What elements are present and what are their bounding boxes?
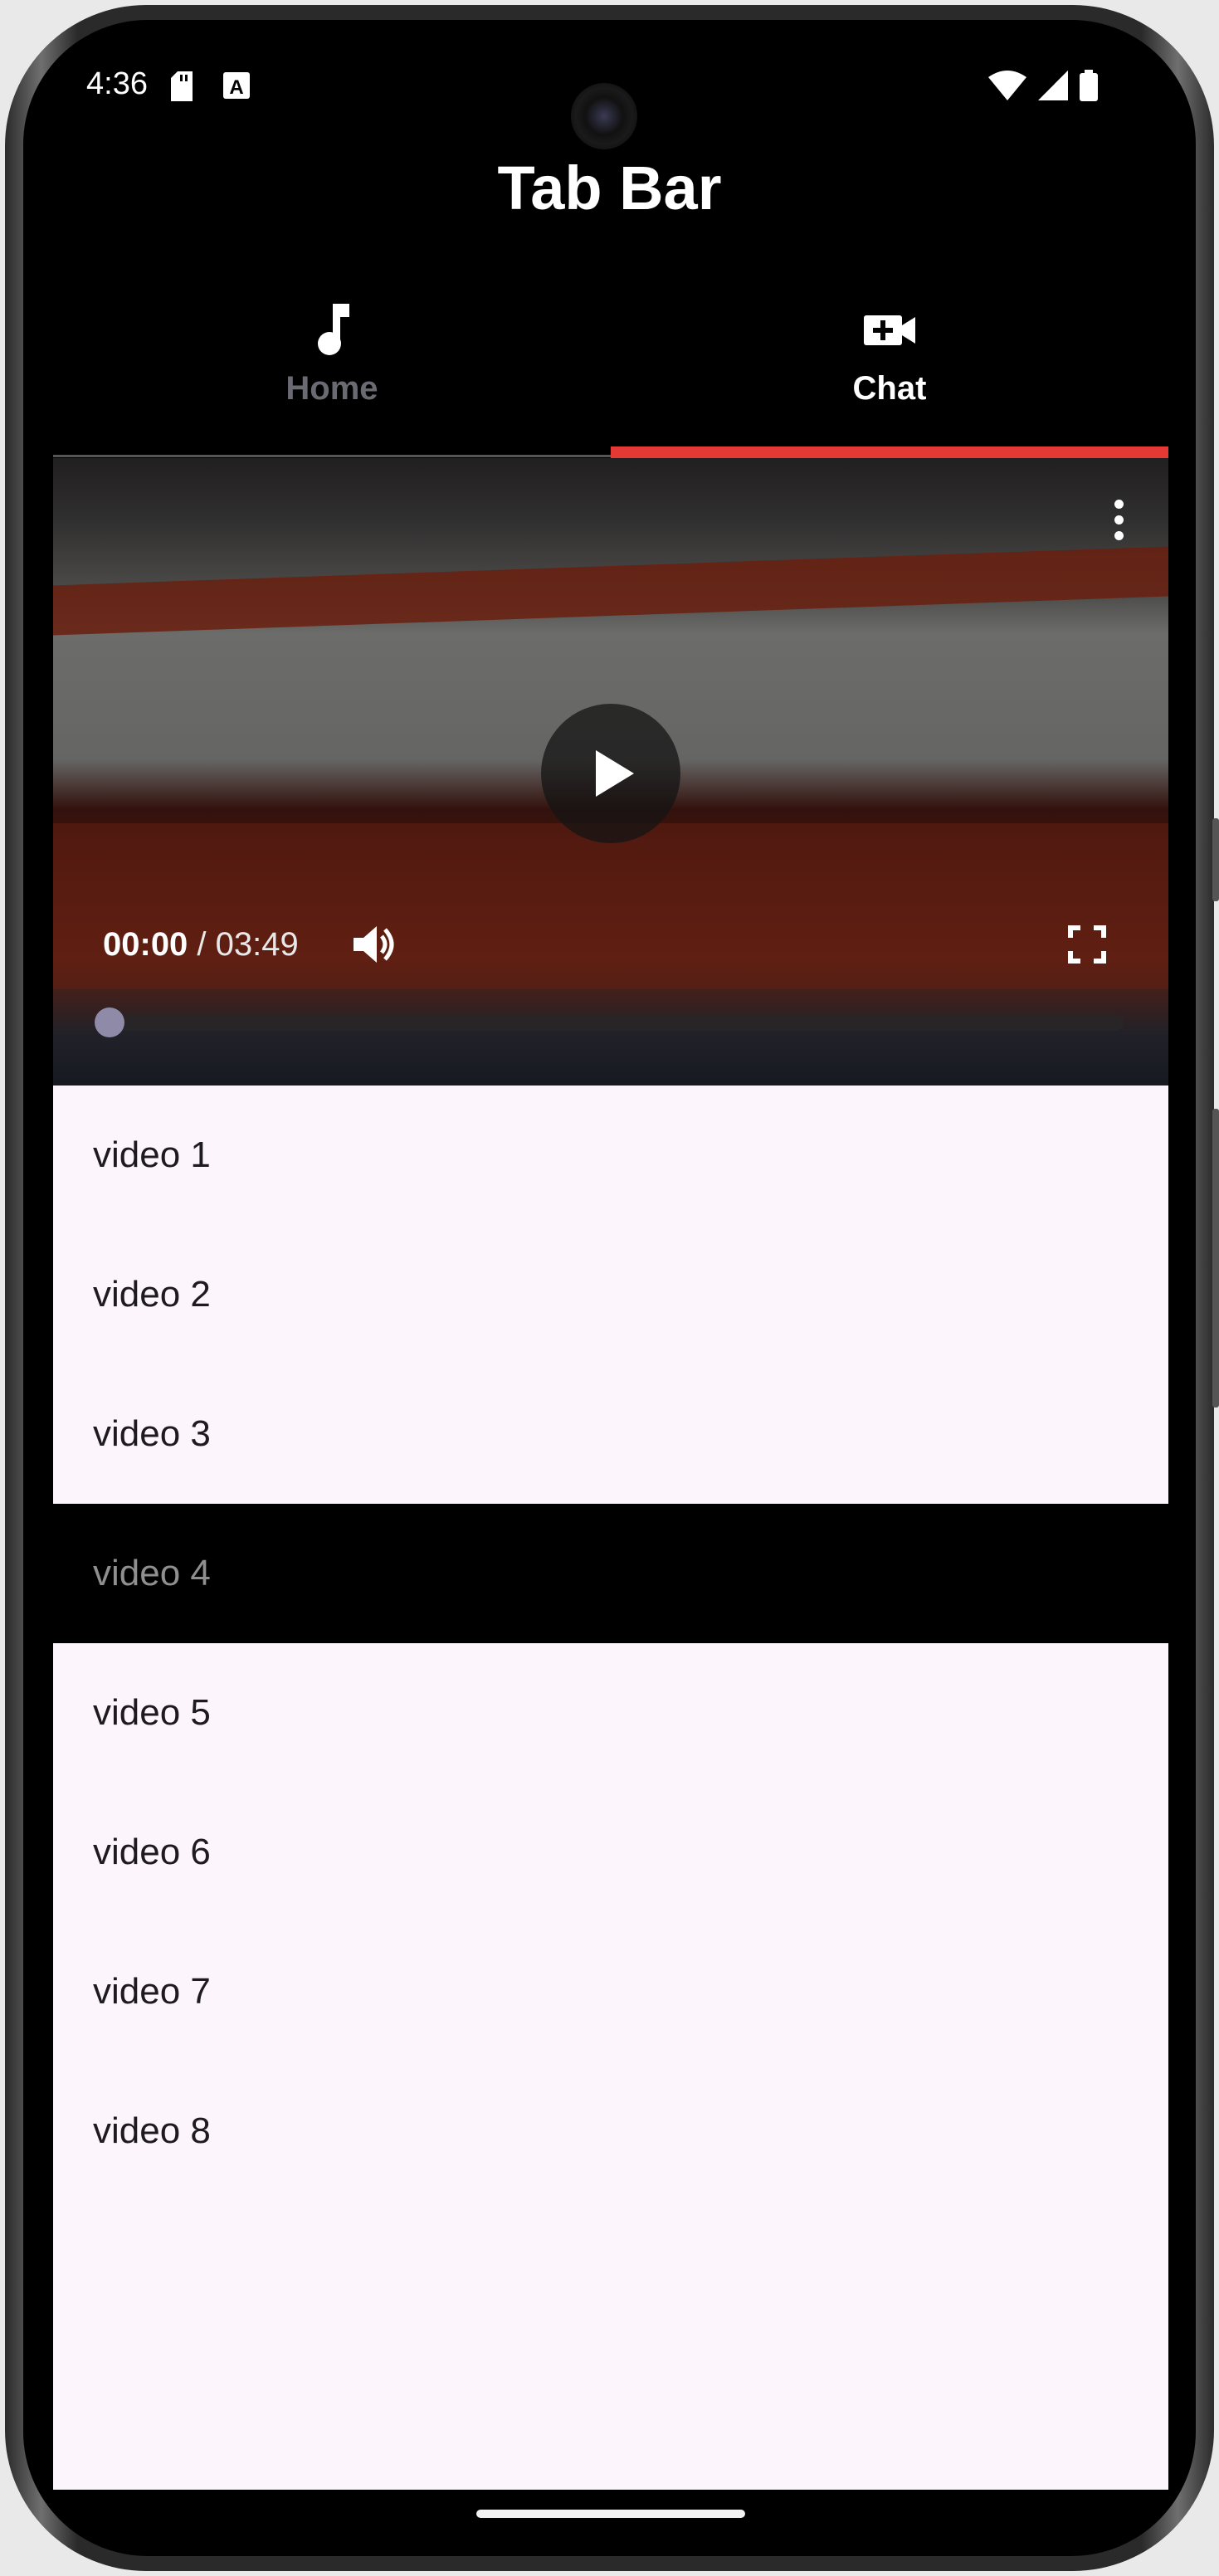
screen: 4:36 A Tab Bar Home Chat 00:00 / 03:49 v… [23, 20, 1196, 2556]
tab-home[interactable]: Home [53, 284, 611, 458]
app-bar-title: Tab Bar [497, 154, 722, 222]
sd-card-icon [171, 71, 193, 105]
keyboard-a-icon: A [222, 71, 251, 104]
time-separator: / [188, 926, 216, 963]
list-item[interactable]: video 6 [53, 1783, 1168, 1922]
fullscreen-icon[interactable] [1067, 925, 1107, 968]
more-vert-icon[interactable] [1110, 496, 1127, 546]
music-note-icon [53, 300, 611, 359]
video-list: video 1 video 2 video 3 video 4 video 5 … [53, 1086, 1168, 2490]
volume-icon[interactable] [349, 920, 398, 973]
front-camera [571, 83, 637, 149]
tab-chat[interactable]: Chat [611, 284, 1168, 458]
list-item[interactable]: video 1 [53, 1086, 1168, 1225]
home-indicator[interactable] [476, 2510, 745, 2518]
tab-chat-label: Chat [852, 370, 927, 407]
battery-icon [1080, 70, 1098, 105]
wifi-icon [988, 71, 1026, 105]
list-item[interactable]: video 7 [53, 1922, 1168, 2061]
tab-divider [53, 455, 611, 457]
status-right [988, 70, 1098, 105]
list-item[interactable]: video 5 [53, 1643, 1168, 1783]
list-item[interactable]: video 8 [53, 2061, 1168, 2201]
duration: 03:49 [215, 926, 299, 963]
signal-icon [1038, 71, 1068, 105]
phone-frame: 4:36 A Tab Bar Home Chat 00:00 / 03:49 v… [5, 5, 1219, 2571]
list-item[interactable]: video 3 [53, 1364, 1168, 1504]
volume-rocker [1212, 1109, 1219, 1408]
video-player[interactable]: 00:00 / 03:49 [53, 458, 1168, 1086]
play-button[interactable] [541, 704, 680, 843]
power-button [1212, 818, 1219, 901]
tab-indicator [611, 446, 1168, 458]
progress-thumb[interactable] [95, 1007, 124, 1037]
status-time: 4:36 [86, 66, 148, 101]
tab-bar: Home Chat [53, 284, 1168, 458]
list-item-selected[interactable]: video 4 [53, 1504, 1168, 1643]
list-item[interactable]: video 2 [53, 1225, 1168, 1364]
current-time: 00:00 [103, 926, 188, 963]
video-call-icon [611, 300, 1168, 359]
svg-text:A: A [229, 76, 243, 99]
time-readout: 00:00 / 03:49 [103, 926, 299, 964]
tab-home-label: Home [285, 370, 378, 407]
play-icon [596, 750, 634, 797]
progress-bar[interactable] [95, 1007, 1124, 1037]
